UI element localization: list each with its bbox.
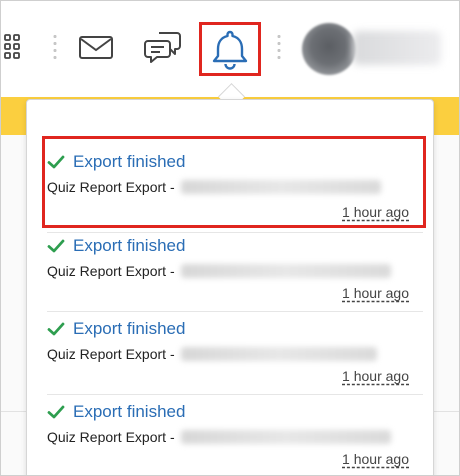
apps-grid-icon[interactable] bbox=[1, 31, 27, 63]
nav-divider bbox=[277, 33, 281, 61]
redacted-text bbox=[180, 347, 377, 361]
avatar[interactable] bbox=[302, 23, 356, 75]
notification-separator bbox=[47, 232, 423, 233]
notification-separator bbox=[47, 311, 423, 312]
notification-time: 1 hour ago bbox=[342, 451, 409, 467]
notification-title[interactable]: Export finished bbox=[47, 236, 411, 256]
nav-divider bbox=[53, 33, 57, 61]
bell-highlight-box bbox=[199, 22, 261, 76]
notification-subtitle-text: Quiz Report Export - bbox=[47, 346, 175, 362]
chat-icon[interactable] bbox=[143, 29, 183, 67]
notification-subtitle: Quiz Report Export - bbox=[47, 429, 411, 445]
redacted-text bbox=[180, 430, 391, 444]
notification-title[interactable]: Export finished bbox=[47, 402, 411, 422]
redacted-text bbox=[180, 264, 391, 278]
notification-title-text: Export finished bbox=[73, 236, 186, 255]
notification-item[interactable]: Export finished Quiz Report Export - 1 h… bbox=[47, 236, 411, 308]
notification-subtitle-text: Quiz Report Export - bbox=[47, 263, 175, 279]
screenshot-frame: Export finished Quiz Report Export - 1 h… bbox=[0, 0, 460, 476]
check-icon bbox=[47, 239, 65, 253]
notification-title-text: Export finished bbox=[73, 319, 186, 338]
notification-subtitle: Quiz Report Export - bbox=[47, 346, 411, 362]
notification-title-text: Export finished bbox=[73, 402, 186, 421]
check-icon bbox=[47, 322, 65, 336]
notification-title[interactable]: Export finished bbox=[47, 319, 411, 339]
notifications-popup: Export finished Quiz Report Export - 1 h… bbox=[26, 99, 434, 475]
notification-item[interactable]: Export finished Quiz Report Export - 1 h… bbox=[47, 402, 411, 474]
check-icon bbox=[47, 405, 65, 419]
user-name-blurred bbox=[353, 31, 441, 65]
notification-time: 1 hour ago bbox=[342, 368, 409, 384]
notification-separator bbox=[47, 394, 423, 395]
notification-subtitle: Quiz Report Export - bbox=[47, 263, 411, 279]
notification-highlight-box bbox=[42, 136, 426, 228]
notification-time: 1 hour ago bbox=[342, 285, 409, 301]
notification-item[interactable]: Export finished Quiz Report Export - 1 h… bbox=[47, 319, 411, 391]
notification-subtitle-text: Quiz Report Export - bbox=[47, 429, 175, 445]
mail-icon[interactable] bbox=[77, 33, 115, 63]
